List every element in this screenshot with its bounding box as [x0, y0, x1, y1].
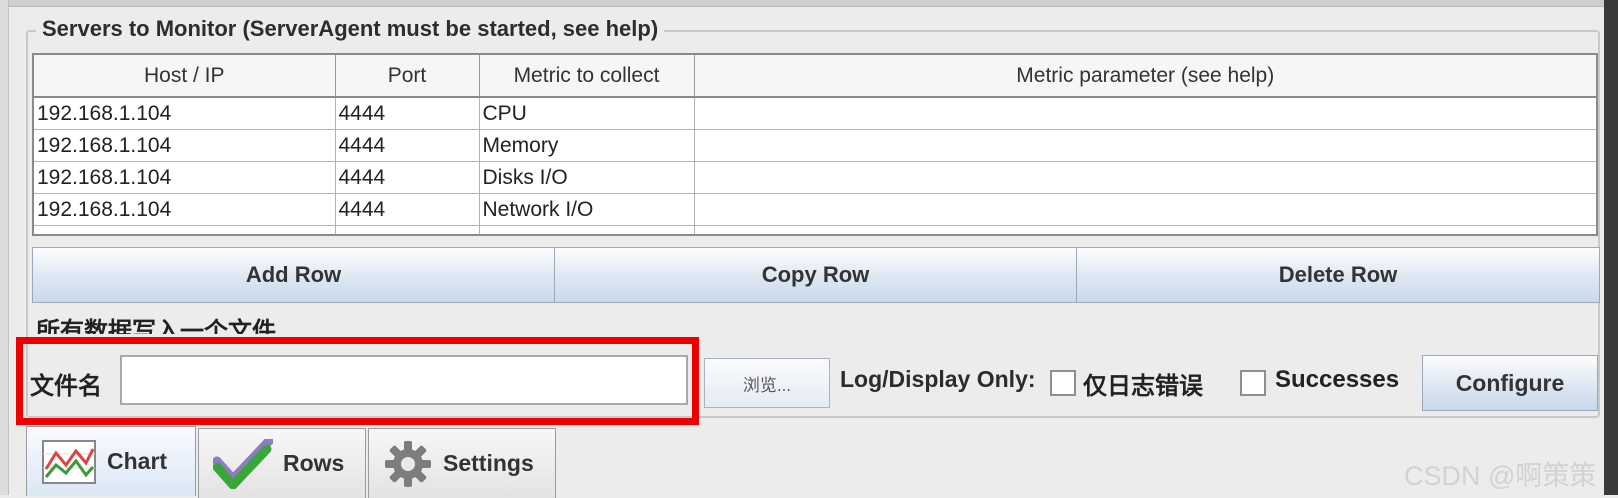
row-buttons: Add Row Copy Row Delete Row [32, 247, 1600, 303]
tab-rows-label: Rows [283, 450, 345, 476]
watermark-text: CSDN @啊策策 [1404, 461, 1597, 491]
cell-metric-parameter[interactable] [693, 193, 1598, 226]
cell-metric-parameter[interactable] [693, 96, 1598, 130]
cell-metric[interactable]: Memory [478, 129, 695, 162]
servers-table[interactable]: Host / IP Port Metric to collect Metric … [32, 53, 1598, 236]
cell-host[interactable]: 192.168.1.104 [32, 96, 336, 130]
tab-chart-label: Chart [107, 448, 168, 474]
table-row[interactable]: 192.168.1.104 4444 Disks I/O [32, 161, 1598, 194]
cell-port[interactable]: 4444 [334, 96, 480, 130]
column-header-metric-parameter[interactable]: Metric parameter (see help) [693, 53, 1598, 98]
cell-port[interactable]: 4444 [334, 193, 480, 226]
table-empty-area [32, 225, 1598, 236]
checkmark-icon [213, 438, 273, 489]
cell-port[interactable]: 4444 [334, 129, 480, 162]
table-row[interactable]: 192.168.1.104 4444 Network I/O [32, 193, 1598, 226]
cell-metric[interactable]: Disks I/O [478, 161, 695, 194]
delete-row-button[interactable]: Delete Row [1076, 247, 1600, 303]
window-top-edge [0, 0, 1618, 7]
cell-metric-parameter[interactable] [693, 161, 1598, 194]
tab-rows[interactable]: Rows [198, 428, 366, 498]
servers-group-title: Servers to Monitor (ServerAgent must be … [36, 16, 665, 42]
errors-only-label[interactable]: 仅日志错误 [1083, 366, 1203, 401]
table-row[interactable]: 192.168.1.104 4444 Memory [32, 129, 1598, 162]
cell-host[interactable]: 192.168.1.104 [32, 161, 336, 194]
configure-button[interactable]: Configure [1422, 355, 1598, 411]
tab-chart[interactable]: Chart [26, 426, 196, 496]
log-display-only-label: Log/Display Only: [840, 366, 1036, 392]
successes-checkbox[interactable] [1240, 370, 1266, 396]
window-right-edge [1604, 0, 1618, 495]
successes-label[interactable]: Successes [1275, 366, 1399, 394]
tab-settings-label: Settings [443, 450, 534, 476]
chart-icon [42, 439, 96, 484]
window-left-edge [0, 0, 9, 495]
add-row-button[interactable]: Add Row [32, 247, 555, 303]
cell-metric-parameter[interactable] [693, 129, 1598, 162]
column-header-host[interactable]: Host / IP [32, 53, 336, 98]
highlight-box [16, 337, 699, 425]
copy-row-button[interactable]: Copy Row [554, 247, 1077, 303]
browse-button[interactable]: 浏览... [704, 358, 830, 408]
cell-metric[interactable]: Network I/O [478, 193, 695, 226]
cell-host[interactable]: 192.168.1.104 [32, 193, 336, 226]
cell-host[interactable]: 192.168.1.104 [32, 129, 336, 162]
tab-settings[interactable]: Settings [368, 428, 556, 498]
table-row[interactable]: 192.168.1.104 4444 CPU [32, 96, 1598, 130]
column-header-port[interactable]: Port [334, 53, 480, 98]
table-header-row: Host / IP Port Metric to collect Metric … [32, 53, 1598, 98]
file-section-title: 所有数据写入一个文件 [36, 318, 276, 334]
gear-icon [385, 440, 431, 487]
cell-metric[interactable]: CPU [478, 96, 695, 130]
cell-port[interactable]: 4444 [334, 161, 480, 194]
column-header-metric[interactable]: Metric to collect [478, 53, 695, 98]
errors-only-checkbox[interactable] [1050, 370, 1076, 396]
